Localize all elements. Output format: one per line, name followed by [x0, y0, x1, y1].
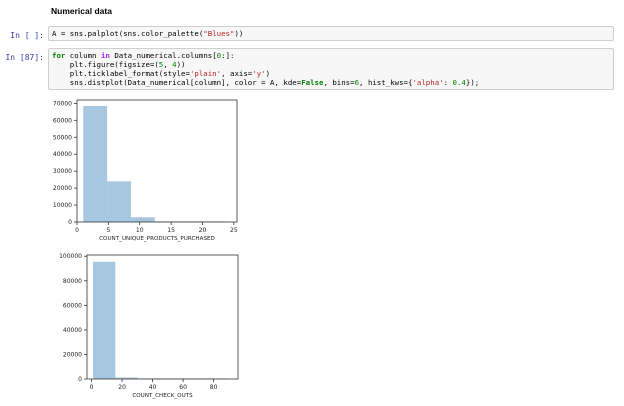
- y-tick-label: 100000: [59, 253, 82, 260]
- code-line: plt.figure(figsize=(5, 4)): [52, 60, 186, 69]
- code-line: for column in Data_numerical.columns[0:]…: [52, 51, 235, 60]
- x-tick-label: 15: [167, 227, 175, 234]
- cell-2-prompt: In [87]:: [5, 53, 44, 62]
- y-tick-label: 80000: [63, 278, 82, 285]
- x-axis-label: COUNT_UNIQUE_PRODUCTS_PURCHASED: [99, 236, 215, 242]
- y-tick-label: 70000: [53, 100, 72, 107]
- cell-2-input[interactable]: for column in Data_numerical.columns[0:]…: [48, 48, 614, 90]
- histogram-bar: [83, 105, 108, 222]
- y-tick-label: 40000: [63, 327, 82, 334]
- code-line: sns.distplot(Data_numerical[column], col…: [52, 78, 480, 87]
- x-tick-label: 0: [75, 227, 79, 234]
- x-axis-label: COUNT_CHECK_OUTS: [132, 393, 193, 399]
- histogram-bar: [93, 261, 116, 379]
- x-tick-label: 25: [230, 227, 238, 234]
- code-line: A = sns.palplot(sns.color_palette("Blues…: [52, 29, 244, 38]
- cell-1-prompt: In [ ]:: [10, 31, 44, 40]
- y-tick-label: 0: [68, 219, 72, 226]
- x-tick-label: 80: [210, 384, 218, 391]
- section-heading: Numerical data: [51, 6, 112, 16]
- y-tick-label: 0: [78, 376, 82, 383]
- histogram-count-check-outs: 0 20000 40000 60000 80000 100000 0 20 40 60 80 COUN…: [59, 253, 239, 399]
- y-tick-label: 60000: [53, 117, 72, 124]
- cell-1-input[interactable]: A = sns.palplot(sns.color_palette("Blues…: [48, 26, 614, 41]
- code-line: plt.ticklabel_format(style='plain', axis…: [52, 69, 271, 78]
- x-tick-label: 10: [136, 227, 144, 234]
- y-tick-label: 20000: [63, 351, 82, 358]
- y-tick-label: 20000: [53, 185, 72, 192]
- y-tick-label: 40000: [53, 151, 72, 158]
- histogram-count-unique-products: 0 10000 20000 30000 40000 50000 60000 70000 0 5 10…: [53, 99, 238, 242]
- y-tick-label: 60000: [63, 302, 82, 309]
- x-tick-label: 60: [179, 384, 187, 391]
- y-tick-label: 10000: [53, 202, 72, 209]
- y-tick-label: 50000: [53, 134, 72, 141]
- histogram-bar: [107, 181, 131, 222]
- x-tick-label: 20: [199, 227, 207, 234]
- x-tick-label: 0: [90, 384, 94, 391]
- x-tick-label: 5: [106, 227, 110, 234]
- histogram-bar: [130, 217, 155, 222]
- x-tick-label: 20: [118, 384, 126, 391]
- y-tick-label: 30000: [53, 168, 72, 175]
- x-tick-label: 40: [149, 384, 157, 391]
